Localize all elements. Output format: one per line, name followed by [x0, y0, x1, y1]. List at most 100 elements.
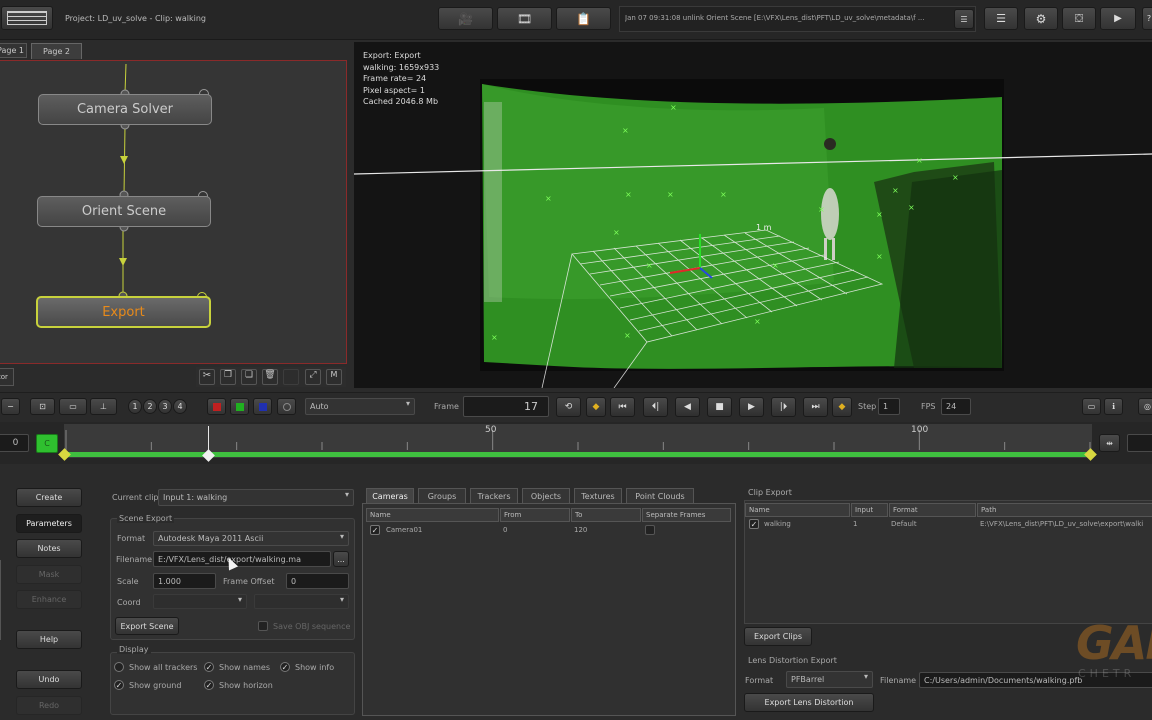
browse-button[interactable]: ...	[333, 551, 349, 567]
undo-button[interactable]: Undo	[16, 670, 82, 689]
clip-col-format[interactable]: Format	[889, 503, 976, 517]
tab-textures[interactable]: Textures	[574, 488, 622, 503]
layer-3-button[interactable]: 3	[158, 399, 172, 414]
show-ground-checkbox[interactable]: ✓	[114, 680, 124, 690]
show-info-label: Show info	[295, 663, 335, 672]
layer-1-button[interactable]: 1	[128, 399, 142, 414]
parameters-button[interactable]: Parameters	[16, 514, 82, 533]
tab-objects[interactable]: Objects	[522, 488, 570, 503]
lens-filename-label: Filename	[880, 676, 917, 685]
camera-col-from[interactable]: From	[500, 508, 570, 522]
tab-groups[interactable]: Groups	[418, 488, 466, 503]
node-tab-page1[interactable]: Page 1	[0, 43, 27, 58]
paste-icon[interactable]: ❏	[241, 369, 257, 385]
fit-frame-button[interactable]: ⊡	[30, 398, 55, 415]
svg-text:×: ×	[876, 210, 883, 219]
go-end-button[interactable]: ⏭	[803, 397, 828, 417]
show-all-trackers-label: Show all trackers	[129, 663, 198, 672]
clip-col-path[interactable]: Path	[977, 503, 1152, 517]
format-select[interactable]: Autodesk Maya 2011 Ascii	[153, 531, 349, 546]
export-scene-button[interactable]: Export Scene	[115, 617, 179, 635]
clip-col-input[interactable]: Input	[851, 503, 888, 517]
go-start-button[interactable]: ⏮	[610, 397, 635, 417]
lens-filename-value: C:/Users/admin/Documents/walking.pfb	[924, 675, 1083, 685]
node-export[interactable]: Export	[36, 296, 211, 328]
blue-channel-button[interactable]	[253, 398, 272, 415]
frame-field[interactable]: 17	[463, 396, 549, 417]
timeline-start-field[interactable]: 0	[0, 434, 29, 452]
step-back-button[interactable]: ⏴|	[643, 397, 668, 417]
menu-button[interactable]	[1, 6, 53, 30]
layout-button[interactable]: ☰	[984, 7, 1018, 30]
options-button[interactable]: ◎	[1138, 398, 1152, 415]
show-horizon-checkbox[interactable]: ✓	[204, 680, 214, 690]
camera-col-to[interactable]: To	[571, 508, 641, 522]
tab-point-clouds[interactable]: Point Clouds	[626, 488, 694, 503]
filename-field[interactable]: E:/VFX/Lens_dist/export/walking.ma	[153, 551, 331, 567]
show-info-checkbox[interactable]: ✓	[280, 662, 290, 672]
timeline-zoom-button[interactable]: ⇹	[1099, 434, 1120, 452]
scissors-icon[interactable]: ✂	[199, 369, 215, 385]
copy-icon[interactable]: ❐	[220, 369, 236, 385]
camera-view-button[interactable]: 🎥	[438, 7, 493, 30]
frame-offset-field[interactable]: 0	[286, 573, 349, 589]
node-orient-scene[interactable]: Orient Scene	[37, 196, 211, 227]
green-channel-button[interactable]	[230, 398, 249, 415]
loop-button[interactable]: ⟲	[556, 397, 581, 417]
fit-view-icon[interactable]: ⤢	[305, 369, 321, 385]
notes-button[interactable]: Notes	[16, 539, 82, 558]
info-button[interactable]: ℹ	[1104, 398, 1123, 415]
show-names-checkbox[interactable]: ✓	[204, 662, 214, 672]
trash-icon[interactable]: 🗑	[262, 369, 278, 385]
maximize-icon[interactable]: M	[326, 369, 342, 385]
timeline-range-bar[interactable]	[64, 452, 1092, 457]
export-view-button[interactable]: 📋	[556, 7, 611, 30]
red-channel-button[interactable]	[207, 398, 226, 415]
help-top-button[interactable]: ?	[1142, 7, 1152, 30]
current-clip-select[interactable]: Input 1: walking	[158, 489, 354, 506]
scale-field[interactable]: 1.000	[153, 573, 216, 589]
step-field[interactable]: 1	[878, 398, 900, 415]
play-media-button[interactable]: ▶	[1100, 7, 1136, 30]
collapse-button[interactable]: −	[1, 398, 20, 415]
step-forward-button[interactable]: |⏵	[771, 397, 796, 417]
node-camera-solver[interactable]: Camera Solver	[38, 94, 212, 125]
help-button[interactable]: Help	[16, 630, 82, 649]
camera-toggle-button[interactable]: ▭	[59, 398, 87, 415]
log-list-button[interactable]: ☰	[954, 9, 974, 29]
scale-label: Scale	[117, 577, 139, 586]
settings-button[interactable]: ⚙	[1024, 7, 1058, 30]
clip-row-checkbox[interactable]: ✓	[749, 519, 759, 529]
fps-field[interactable]: 24	[941, 398, 971, 415]
alpha-channel-button[interactable]	[277, 398, 296, 415]
node-tab-page2[interactable]: Page 2	[31, 43, 82, 59]
camera-col-name[interactable]: Name	[366, 508, 499, 522]
export-lens-distortion-button[interactable]: Export Lens Distortion	[744, 693, 874, 712]
camera-col-separate[interactable]: Separate Frames	[642, 508, 731, 522]
lens-format-select[interactable]: PFBarrel	[786, 671, 873, 688]
clip-view-button[interactable]: 🎞	[497, 7, 552, 30]
viewport-button[interactable]: ▭	[1082, 398, 1101, 415]
timeline-end-field[interactable]	[1127, 434, 1152, 452]
create-button[interactable]: Create	[16, 488, 82, 507]
tripod-button[interactable]: ⊥	[90, 398, 117, 415]
camera-row-checkbox[interactable]: ✓	[370, 525, 380, 535]
next-key-button[interactable]: ◆	[832, 397, 852, 417]
store-button[interactable]: ⛋	[1062, 7, 1096, 30]
camera-row-separate-checkbox[interactable]	[645, 525, 655, 535]
export-clips-button[interactable]: Export Clips	[744, 627, 812, 646]
layer-2-button[interactable]: 2	[143, 399, 157, 414]
tab-cameras[interactable]: Cameras	[366, 488, 414, 503]
layer-4-button[interactable]: 4	[173, 399, 187, 414]
play-forward-button[interactable]: ▶	[739, 397, 764, 417]
clip-col-name[interactable]: Name	[745, 503, 850, 517]
redo-button: Redo	[16, 696, 82, 715]
stop-button[interactable]: ■	[707, 397, 732, 417]
keyframe-toggle-button[interactable]: ◆	[586, 397, 606, 417]
tab-trackers[interactable]: Trackers	[470, 488, 518, 503]
play-reverse-button[interactable]: ◀	[675, 397, 700, 417]
view-mode-select[interactable]: Auto	[305, 398, 415, 415]
show-all-trackers-checkbox[interactable]	[114, 662, 124, 672]
svg-text:×: ×	[916, 156, 923, 165]
key-indicator[interactable]: C	[36, 434, 58, 453]
